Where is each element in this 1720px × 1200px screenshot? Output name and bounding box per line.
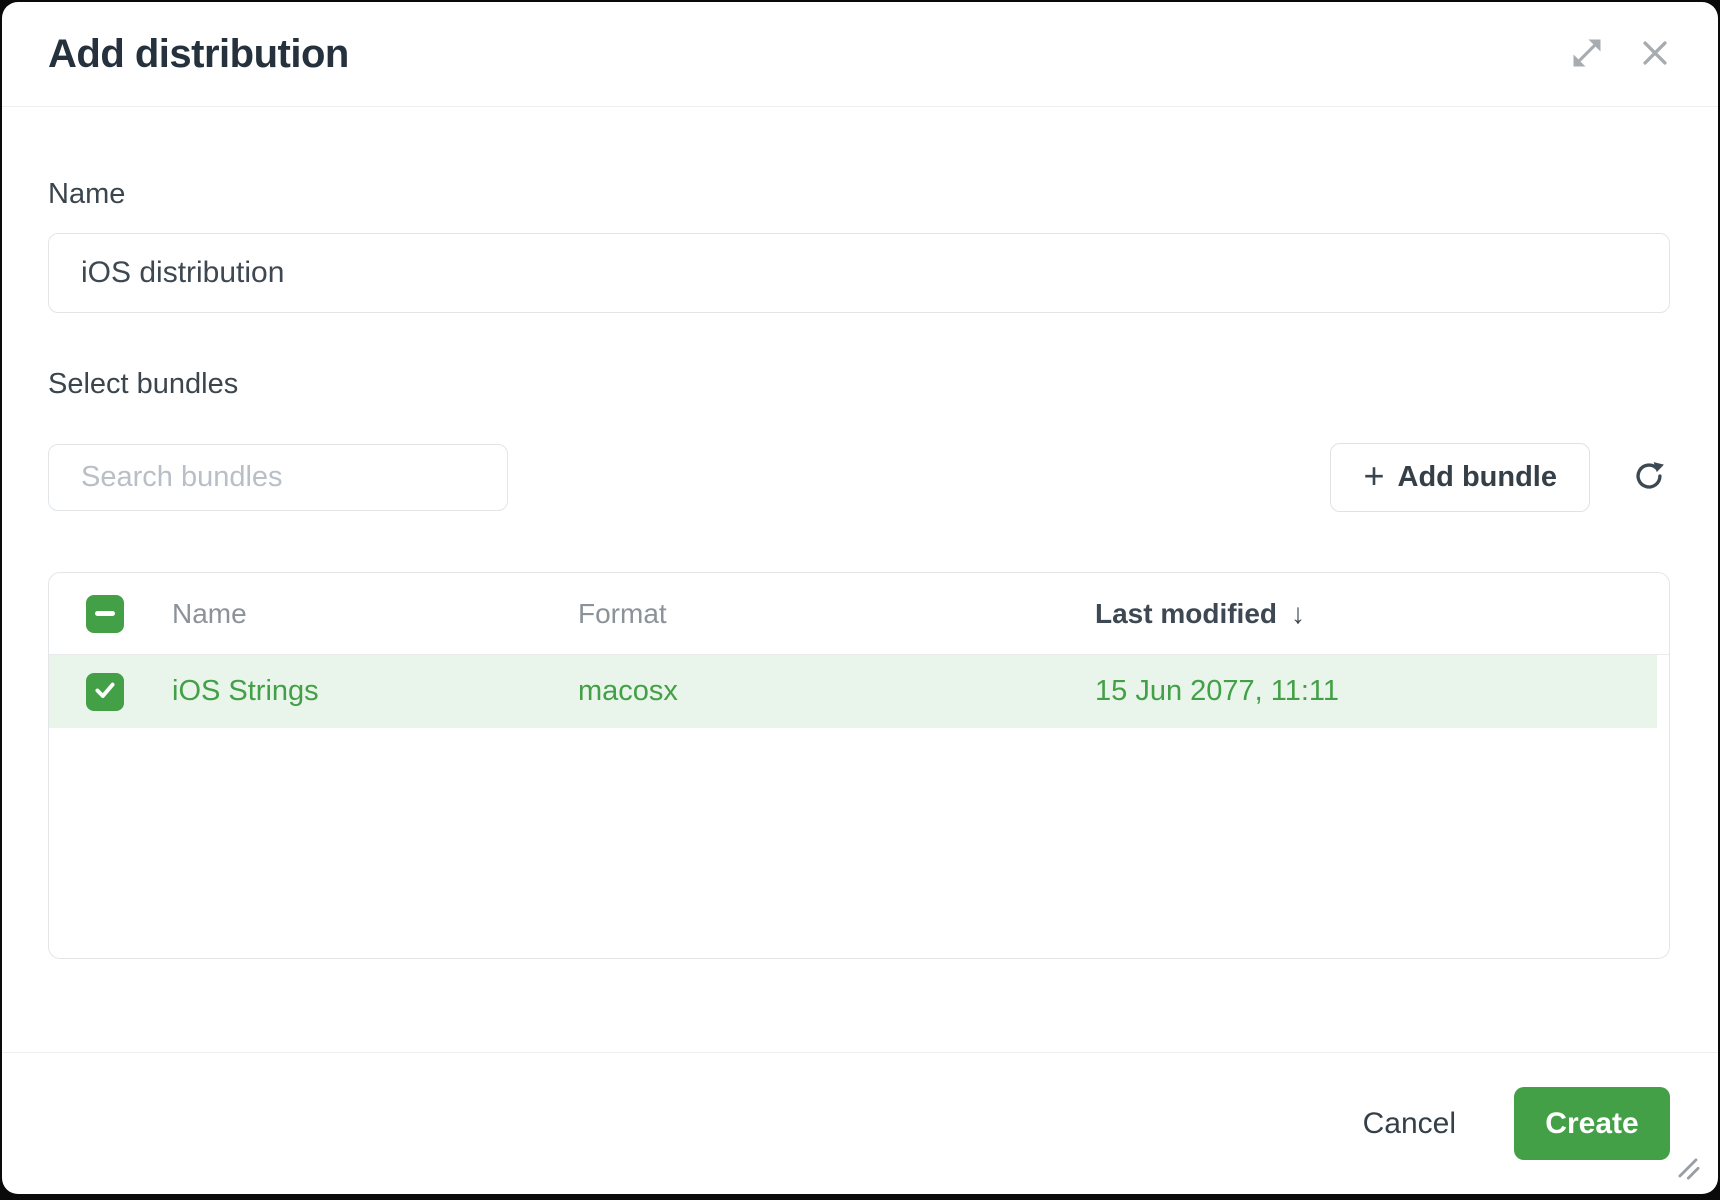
row-checkbox[interactable] [86, 673, 124, 711]
dialog-body: Name Select bundles + Add bundle [2, 107, 1718, 1052]
column-header-format[interactable]: Format [578, 598, 1095, 630]
search-bundles-input[interactable] [48, 444, 508, 511]
bundles-table: Name Format Last modified ↓ iOS Strings … [48, 572, 1670, 959]
add-bundle-label: Add bundle [1398, 461, 1557, 494]
dialog-footer: Cancel Create [2, 1052, 1718, 1194]
checkbox-indeterminate-icon [95, 611, 115, 616]
name-label: Name [48, 179, 1670, 209]
column-header-name[interactable]: Name [172, 598, 578, 630]
resize-handle[interactable] [1674, 1156, 1704, 1186]
refresh-icon [1631, 458, 1667, 497]
column-header-last-modified[interactable]: Last modified ↓ [1095, 598, 1669, 630]
checkbox-checked-icon [92, 677, 118, 706]
refresh-button[interactable] [1628, 457, 1670, 499]
expand-icon [1569, 35, 1605, 74]
create-button[interactable]: Create [1514, 1087, 1670, 1160]
close-icon [1638, 36, 1672, 73]
column-header-last-modified-label: Last modified [1095, 598, 1277, 630]
select-bundles-label: Select bundles [48, 369, 1670, 399]
distribution-name-input[interactable] [48, 233, 1670, 313]
dialog-header-actions [1568, 35, 1674, 73]
cancel-button[interactable]: Cancel [1363, 1107, 1456, 1141]
table-row[interactable]: iOS Strings macosx 15 Jun 2077, 11:11 [49, 655, 1657, 728]
bundles-controls: + Add bundle [48, 443, 1670, 512]
bundles-controls-right: + Add bundle [1330, 443, 1670, 512]
resize-handle-icon [1675, 1155, 1703, 1188]
select-all-checkbox[interactable] [86, 595, 124, 633]
cell-bundle-last-modified: 15 Jun 2077, 11:11 [1095, 675, 1657, 708]
sort-desc-icon: ↓ [1291, 598, 1305, 630]
close-button[interactable] [1636, 35, 1674, 73]
plus-icon: + [1363, 458, 1384, 494]
expand-button[interactable] [1568, 35, 1606, 73]
cell-bundle-name: iOS Strings [172, 675, 578, 708]
cell-bundle-format: macosx [578, 675, 1095, 708]
table-header-row: Name Format Last modified ↓ [49, 573, 1669, 655]
add-distribution-dialog: Add distribution Name [2, 2, 1718, 1194]
add-bundle-button[interactable]: + Add bundle [1330, 443, 1590, 512]
dialog-title: Add distribution [48, 32, 349, 77]
dialog-header: Add distribution [2, 2, 1718, 107]
